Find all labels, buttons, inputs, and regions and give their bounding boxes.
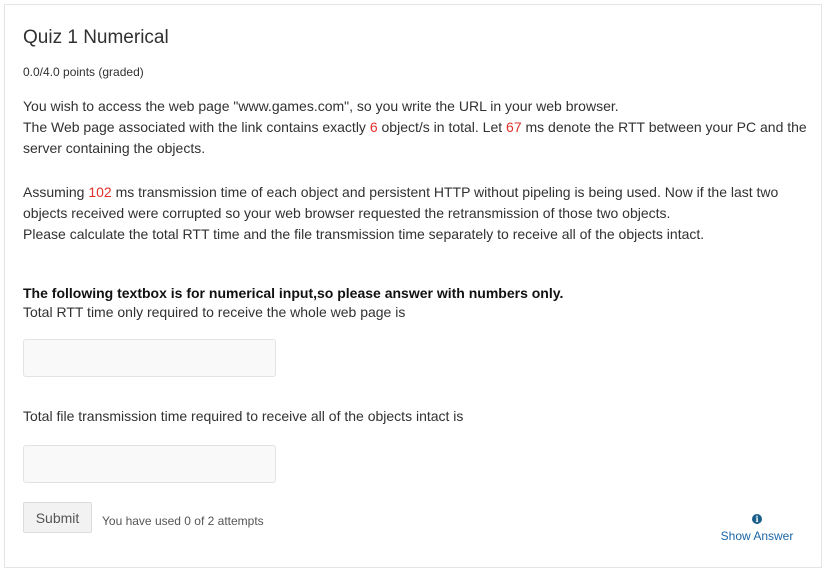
question-text: object/s in total. Let — [377, 119, 507, 135]
question-paragraph-2: Assuming 102 ms transmission time of eac… — [23, 182, 813, 245]
input-instruction: The following textbox is for numerical i… — [23, 285, 564, 301]
show-answer-button[interactable]: i Show Answer — [717, 509, 797, 543]
points-status: 0.0/4.0 points (graded) — [23, 65, 144, 79]
submit-button[interactable]: Submit — [23, 502, 92, 533]
attempts-status: You have used 0 of 2 attempts — [102, 514, 264, 528]
problem-title: Quiz 1 Numerical — [23, 27, 169, 48]
problem-card: Quiz 1 Numerical 0.0/4.0 points (graded)… — [4, 4, 822, 568]
question-text: You wish to access the web page "www.gam… — [23, 98, 619, 114]
question-text: The Web page associated with the link co… — [23, 119, 370, 135]
transmission-field-label: Total file transmission time required to… — [23, 408, 464, 424]
objects-count: 6 — [369, 119, 378, 135]
rtt-value: 67 — [506, 119, 522, 135]
question-text: Assuming — [23, 184, 89, 200]
transmission-answer-input[interactable] — [23, 445, 276, 483]
question-text: ms transmission time of each object and … — [23, 184, 779, 221]
rtt-answer-input[interactable] — [23, 339, 276, 377]
rtt-field-label: Total RTT time only required to receive … — [23, 304, 406, 320]
info-icon: i — [752, 514, 762, 524]
question-text: Please calculate the total RTT time and … — [23, 226, 705, 242]
question-paragraph-1: You wish to access the web page "www.gam… — [23, 96, 813, 159]
transmission-time-value: 102 — [88, 184, 112, 200]
show-answer-label: Show Answer — [720, 529, 794, 543]
